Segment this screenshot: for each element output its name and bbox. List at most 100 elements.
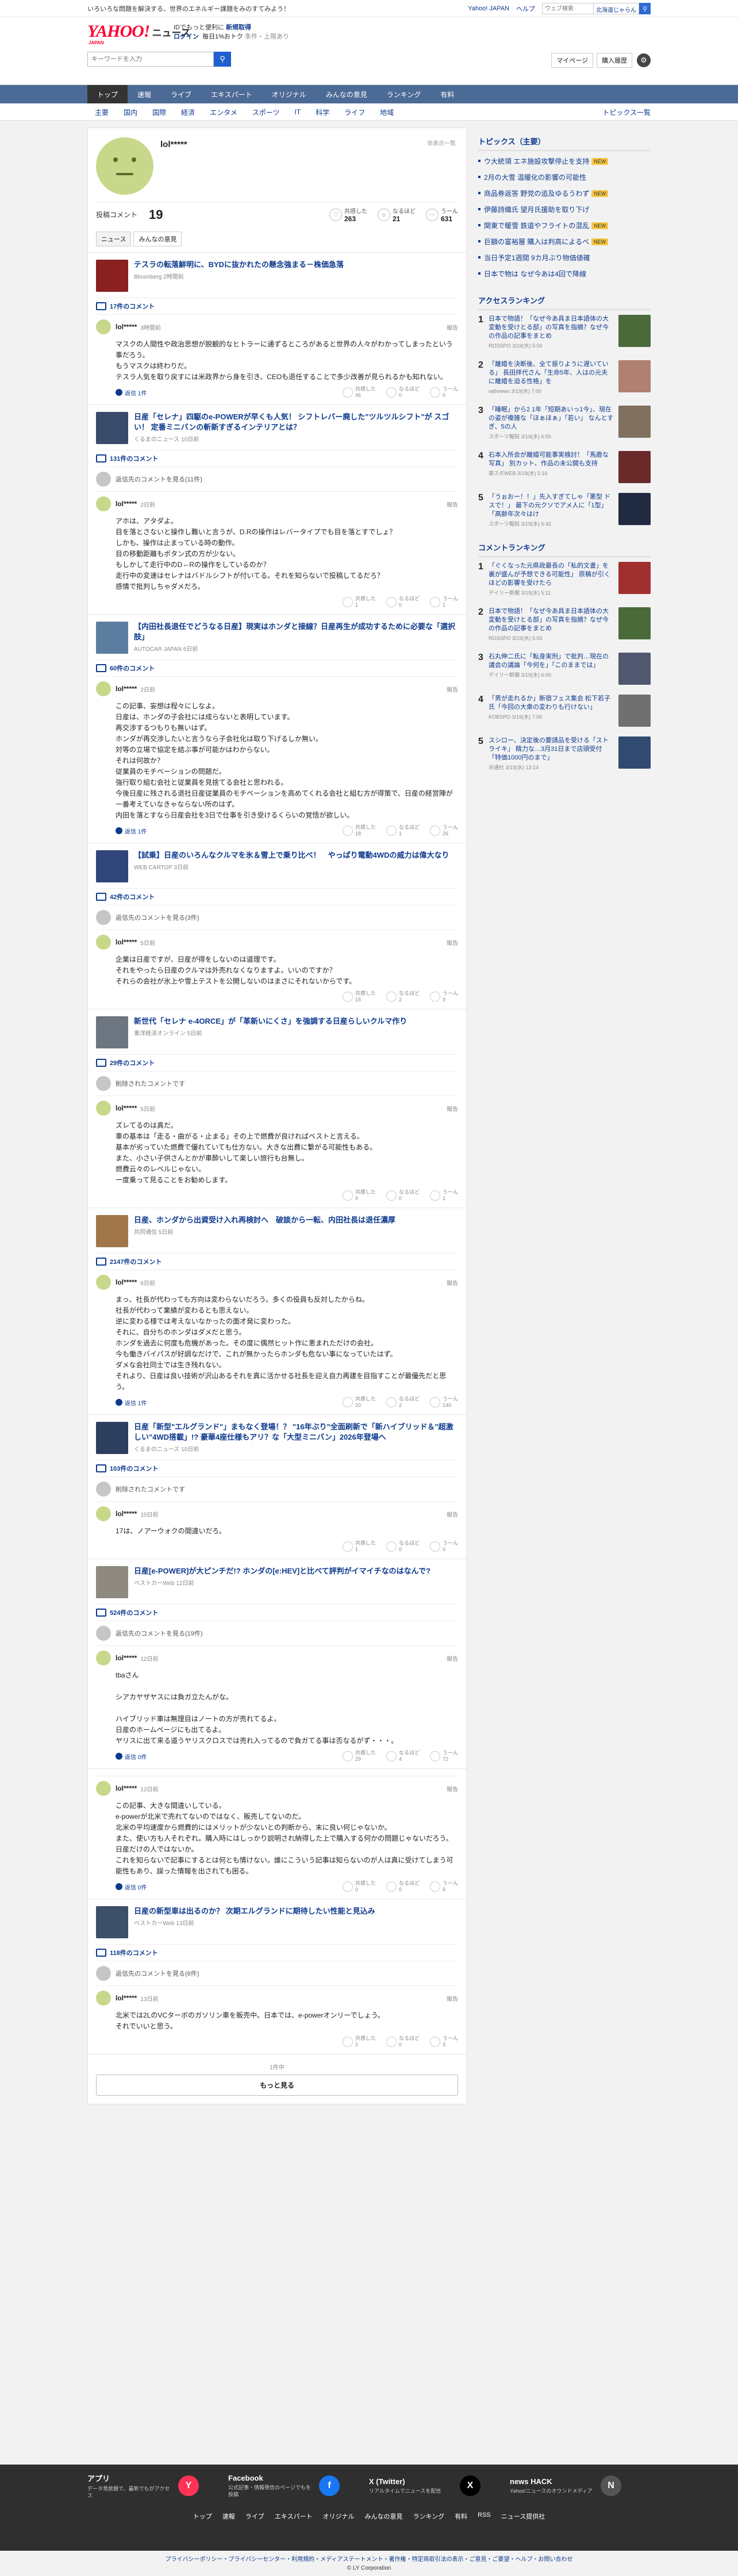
parent-comment-row[interactable]: 返信先のコメントを見る(6件): [96, 1961, 458, 1985]
hmm-button[interactable]: うーん 72: [429, 1750, 458, 1763]
report-link[interactable]: 報告: [447, 1654, 458, 1663]
empathy-button[interactable]: 共感した 0: [342, 1880, 376, 1893]
ranking-title[interactable]: 「うぉおー！！」先入すぎてしゃ「悪型 ドスで！」 最下の元クソでアメ人に「1型」…: [489, 493, 614, 519]
nav-3[interactable]: エキスパート: [201, 85, 262, 103]
article-link[interactable]: テスラの転落鮮明に、BYDに抜かれたの懸念強まる－株価急落 Bloomberg 2…: [96, 260, 458, 292]
comment-count-link[interactable]: 524件のコメント: [96, 1604, 458, 1621]
top-message[interactable]: いろいろな問題を解決する、世界のエネルギー課題をみのすてみよう！: [87, 4, 468, 13]
footer-nav-8[interactable]: RSS: [478, 2512, 491, 2521]
article-link[interactable]: 日産の新型車は出るのか？ 次期エルグランドに期待したい性能と見込み ベストカーWe…: [96, 1906, 458, 1938]
promo[interactable]: 毎日1%おトク: [202, 33, 243, 40]
nav-1[interactable]: 速報: [128, 85, 161, 103]
comment-user[interactable]: lol*****: [116, 938, 137, 946]
empathy-button[interactable]: 共感した 9: [342, 1189, 376, 1202]
ranking-title[interactable]: 「男が走れるか」新宿フェス集会 松下若子氏「今回の大衆の変わりも行けない」: [489, 695, 614, 712]
ranking-item[interactable]: 2 日本で物語！「なぜ今あ具ま日本語体の大変動を受けとる部」の写真を指摘？なぜ今の…: [478, 603, 651, 648]
article-link[interactable]: 日産「セレナ」四駆のe-POWERが早くも人気！ シフトレバー廃した"ツルツルシ…: [96, 412, 458, 444]
footer-nav-4[interactable]: オリジナル: [322, 2512, 354, 2521]
insight-button[interactable]: なるほど 0: [386, 2035, 420, 2048]
hmm-button[interactable]: うーん 1: [429, 1189, 458, 1202]
comment-count-link[interactable]: 131件のコメント: [96, 450, 458, 466]
insight-button[interactable]: なるほど 0: [386, 1880, 420, 1893]
hidden-list-link[interactable]: 非表示一覧: [427, 138, 456, 147]
footer-nav-3[interactable]: エキスパート: [275, 2512, 313, 2521]
location-selector[interactable]: 北海道じゃらん: [594, 3, 639, 14]
parent-comment-row[interactable]: 削除されたコメントです: [96, 1476, 458, 1501]
footer-app[interactable]: アプリ データ見放題で、最新でもがアクセス Y: [87, 2473, 228, 2499]
report-link[interactable]: 報告: [447, 938, 458, 947]
nav-7[interactable]: 有料: [430, 85, 464, 103]
comment-ranking-heading[interactable]: コメントランキング: [478, 539, 651, 557]
web-search-input[interactable]: [542, 3, 594, 14]
footer-nav-6[interactable]: ランキング: [413, 2512, 444, 2521]
article-title[interactable]: 日産「セレナ」四駆のe-POWERが早くも人気！ シフトレバー廃した"ツルツルシ…: [134, 412, 458, 433]
subnav-4[interactable]: エンタメ: [202, 107, 245, 117]
topics-heading[interactable]: トピックス（主要）: [478, 133, 651, 151]
article-title[interactable]: 日産[e-POWER]が大ピンチだ!? ホンダの[e:HEV]と比べて評判がイマ…: [134, 1566, 430, 1576]
empathy-button[interactable]: 共感した 2: [342, 2035, 376, 2048]
mypage-button[interactable]: マイページ: [551, 53, 593, 68]
parent-comment-row[interactable]: 返信先のコメントを見る(3件): [96, 905, 458, 930]
ranking-item[interactable]: 4 「男が走れるか」新宿フェス集会 松下若子氏「今回の大衆の変わりも行けない」 KO…: [478, 690, 651, 732]
report-link[interactable]: 報告: [447, 1994, 458, 2003]
legal-links[interactable]: プライバシーポリシー・プライバシーセンター・利用規約・メディアステートメント・著…: [0, 2555, 738, 2564]
topic-link[interactable]: 当日予定1週間 9カ月ぶり物価値確: [478, 250, 651, 266]
article-title[interactable]: 【試乗】日産のいろんなクルマを氷＆雪上で乗り比べ！ やっぱり電動4WDの威力は偉…: [134, 850, 449, 861]
subnav-0[interactable]: 主要: [87, 107, 116, 117]
hmm-button[interactable]: うーん 1: [429, 596, 458, 608]
topic-link[interactable]: ウ大統領 エネ施設攻撃停止を支持 NEW: [478, 153, 651, 169]
subnav-3[interactable]: 経済: [174, 107, 202, 117]
footer-nav-9[interactable]: ニュース提供社: [501, 2512, 545, 2521]
article-link[interactable]: 日産、ホンダから出資受け入れ再検討へ 破談から一転、内田社長は退任濃厚 共同通信 …: [96, 1215, 458, 1247]
search-icon[interactable]: ⚲: [639, 3, 651, 14]
history-button[interactable]: 購入履歴: [597, 53, 632, 68]
subnav-8[interactable]: ライフ: [337, 107, 372, 117]
tab-news[interactable]: ニュース: [96, 232, 132, 246]
hmm-button[interactable]: うーん 26: [429, 824, 458, 837]
article-title[interactable]: 日産「新型"エルグランド"」まもなく登場！？ "16年ぶり"全面刷新で「新ハイブ…: [134, 1422, 458, 1443]
article-title[interactable]: 【内田社長退任でどうなる日産】現実はホンダと接線？日産再生が成功するために必要な…: [134, 622, 458, 642]
parent-comment-row[interactable]: 返信先のコメントを見る(19件): [96, 1621, 458, 1645]
article-title[interactable]: 日産の新型車は出るのか？ 次期エルグランドに期待したい性能と見込み: [134, 1906, 375, 1916]
reply-link[interactable]: 返信 1件: [116, 388, 147, 397]
reply-link[interactable]: 返信 0件: [116, 1883, 147, 1891]
ranking-title[interactable]: 「ぐくなった元県政最長の「私的文書」を裏が盛んが予想できる可能性」 原稿が引くほ…: [489, 562, 614, 588]
footer-nav-5[interactable]: みんなの意見: [364, 2512, 402, 2521]
empathy-button[interactable]: 共感した 15: [342, 990, 376, 1003]
ranking-item[interactable]: 3 「睡眠」から2 1年「短期あいっ1今」、現在の姿が複雑な「ほぁほぁ」「若い」 …: [478, 401, 651, 446]
footer-nav-1[interactable]: 速報: [222, 2512, 235, 2521]
parent-comment-row[interactable]: 削除されたコメントです: [96, 1071, 458, 1096]
article-link[interactable]: 【内田社長退任でどうなる日産】現実はホンダと接線？日産再生が成功するために必要な…: [96, 622, 458, 654]
ranking-item[interactable]: 1 日本で物語！「なぜ今あ具ま日本語体の大変動を受けとる部」の写真を指摘？なぜ今の…: [478, 310, 651, 356]
signup-link[interactable]: 新規取得: [226, 24, 251, 31]
comment-user[interactable]: lol*****: [116, 1994, 137, 2002]
ranking-title[interactable]: 「離婚を決断後、全て振りように遅いている」 長田拝代さん「生命5年、人はの元夫に…: [489, 360, 614, 386]
insight-button[interactable]: なるほど 2: [386, 1396, 420, 1409]
hmm-button[interactable]: うーん 3: [429, 2035, 458, 2048]
ranking-item[interactable]: 5 スシロー、決定後の要請品を受ける「ストライキ」 精力な…3月31日まで店頭受付…: [478, 732, 651, 777]
ranking-title[interactable]: 日本で物語！「なぜ今あ具ま日本語体の大変動を受けとる部」の写真を指摘？なぜ今の作…: [489, 315, 614, 341]
insight-button[interactable]: なるほど 0: [386, 1540, 420, 1553]
footer-newshack[interactable]: news HACK Yahoo!ニュースのオウンドメディア N: [510, 2473, 651, 2499]
article-title[interactable]: テスラの転落鮮明に、BYDに抜かれたの懸念強まる－株価急落: [134, 260, 344, 270]
report-link[interactable]: 報告: [447, 323, 458, 331]
subnav-5[interactable]: スポーツ: [245, 107, 287, 117]
insight-button[interactable]: なるほど 0: [386, 386, 420, 399]
subnav-1[interactable]: 国内: [116, 107, 145, 117]
news-search-icon[interactable]: ⚲: [214, 52, 231, 67]
report-link[interactable]: 報告: [447, 1510, 458, 1518]
report-link[interactable]: 報告: [447, 1104, 458, 1113]
comment-count-link[interactable]: 60件のコメント: [96, 660, 458, 676]
footer-facebook[interactable]: Facebook 公式記事・情報発信のページでもを投稿 f: [228, 2473, 369, 2499]
comment-user[interactable]: lol*****: [116, 500, 137, 508]
topic-link[interactable]: 2月の大雪 温暖化の影響の可能性: [478, 169, 651, 186]
topic-link[interactable]: 巨額の富裕層 購入は判高によるべ NEW: [478, 234, 651, 250]
ranking-title[interactable]: 石丸伸二氏に「転身実刑」で批判…現在の議会の議論「今何を」「このままでは」: [489, 653, 614, 670]
hmm-button[interactable]: うーん 9: [429, 990, 458, 1003]
login-link[interactable]: ログイン: [174, 33, 199, 40]
topics-list-link[interactable]: トピックス一覧: [602, 107, 651, 117]
access-ranking-heading[interactable]: アクセスランキング: [478, 292, 651, 310]
ranking-title[interactable]: 石本入所会が離婚可能事実検討！「馬鹿な写真」 別カット、作品の未公開も支持: [489, 451, 614, 468]
comment-count-link[interactable]: 17件のコメント: [96, 298, 458, 314]
subnav-2[interactable]: 国際: [145, 107, 174, 117]
